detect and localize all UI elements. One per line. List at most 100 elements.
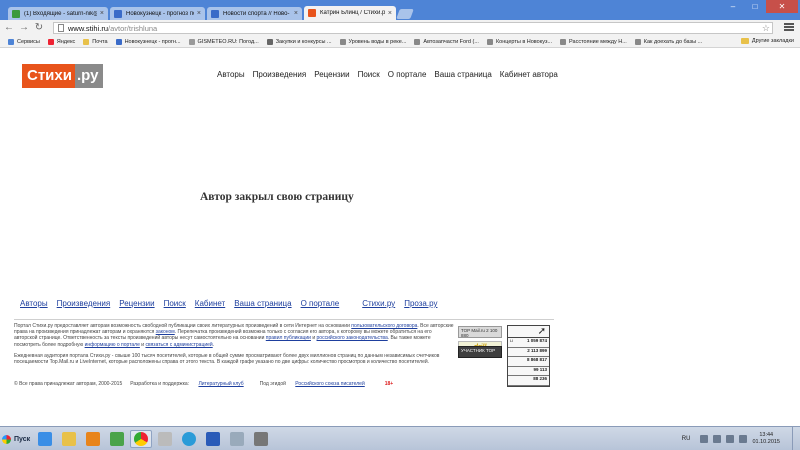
start-button[interactable]: Пуск <box>2 430 32 448</box>
nav-works[interactable]: Произведения <box>253 70 307 79</box>
footer-about[interactable]: О портале <box>301 299 340 308</box>
nav-author-cabinet[interactable]: Кабинет автора <box>500 70 558 79</box>
bookmark-ford[interactable]: Автозапчасти Ford (... <box>414 38 479 45</box>
liveinternet-counter[interactable]: ➚ LI 1 059 874 2 113 899 8 868 817 99 113… <box>507 325 550 387</box>
taskbar-gimp[interactable] <box>250 430 272 448</box>
other-bookmarks-label: Другие закладки <box>751 38 794 44</box>
taskbar-app[interactable] <box>154 430 176 448</box>
footer-cabinet[interactable]: Кабинет <box>195 299 225 308</box>
flag-icon[interactable] <box>739 435 748 443</box>
close-icon[interactable]: × <box>197 10 201 17</box>
footer-your-page[interactable]: Ваша страница <box>234 299 291 308</box>
bookmark-services[interactable]: Сервисы <box>8 38 40 45</box>
menu-icon[interactable] <box>784 22 794 32</box>
bookmark-star-icon[interactable]: ☆ <box>762 23 770 34</box>
weather-icon <box>115 38 122 45</box>
show-desktop-button[interactable] <box>792 427 800 450</box>
nav-your-page[interactable]: Ваша страница <box>434 70 491 79</box>
close-icon[interactable]: × <box>294 10 298 17</box>
bookmark-route[interactable]: Как доехать до базы ... <box>634 38 703 45</box>
clock-time: 13:44 <box>759 432 774 438</box>
union-label: Под эгидой Российского союза писателей <box>260 381 373 387</box>
bookmark-mail[interactable]: Почта <box>83 38 108 45</box>
nav-authors[interactable]: Авторы <box>217 70 245 79</box>
bookmark-distance[interactable]: Расстояние между Н... <box>560 38 627 45</box>
footer-proza[interactable]: Проза.ру <box>404 299 437 308</box>
taskbar-chrome[interactable] <box>130 430 152 448</box>
top-nav: Авторы Произведения Рецензии Поиск О пор… <box>217 70 566 79</box>
bookmark-gismeteo[interactable]: GISMETEO.RU: Погод... <box>188 38 259 45</box>
bookmark-label: Автозапчасти Ford (... <box>423 38 479 45</box>
copyright-text: © Все права принадлежат авторам, 2000-20… <box>14 381 123 387</box>
bookmark-zakupki[interactable]: Закупки и конкурсы ... <box>266 38 332 45</box>
counter-value: 1 059 874 <box>526 338 547 343</box>
minimize-icon[interactable]: – <box>722 0 744 13</box>
writers-union-link[interactable]: Российского союза писателей <box>295 381 364 387</box>
gmail-icon <box>12 9 20 18</box>
footer-works[interactable]: Произведения <box>57 299 111 308</box>
nav-about[interactable]: О портале <box>388 70 427 79</box>
clock[interactable]: 13:44 01.10.2015 <box>752 432 780 446</box>
windows-logo-icon <box>2 434 11 444</box>
bookmark-yandex[interactable]: Яндекс <box>47 38 75 45</box>
tab-sport[interactable]: Новости спорта // Ново-ТВ × <box>207 7 302 20</box>
taskbar-word[interactable] <box>202 430 224 448</box>
volume-icon[interactable] <box>726 435 735 443</box>
word-icon <box>206 432 220 446</box>
bookmark-label: Сервисы <box>17 38 40 45</box>
union-label-text: Под эгидой <box>259 381 286 387</box>
bookmark-concerts[interactable]: Концерты в Новокуз... <box>486 38 552 45</box>
bookmark-label: Закупки и конкурсы ... <box>275 38 332 45</box>
top-member-badge[interactable]: УЧАСТНИК TOP <box>458 346 502 358</box>
mail-icon <box>83 38 90 45</box>
reload-icon[interactable]: ↻ <box>33 22 45 34</box>
tray-arrow-icon[interactable] <box>700 435 709 443</box>
dev-label-text: Разработка и поддержка: <box>130 381 190 387</box>
window-close-icon[interactable]: ✕ <box>766 0 798 13</box>
site-logo[interactable]: Стихи .ру <box>22 64 104 88</box>
lit-club-link[interactable]: Литературный клуб <box>198 381 243 387</box>
taskbar-explorer[interactable] <box>58 430 80 448</box>
counter-row: 8 868 817 <box>508 357 549 367</box>
top-mail-counter[interactable]: TOP Mail.ru 2 100 880 <box>458 326 502 338</box>
bookmark-weather[interactable]: Новокузнецк - прогн... <box>115 38 181 45</box>
tab-weather[interactable]: Новокузнецк - прогноз по × <box>110 7 205 20</box>
taskbar-ie[interactable] <box>34 430 56 448</box>
new-tab-button[interactable] <box>396 9 414 19</box>
footer-reviews[interactable]: Рецензии <box>119 299 154 308</box>
taskbar-skype[interactable] <box>178 430 200 448</box>
footer-search[interactable]: Поиск <box>164 299 186 308</box>
footer-stihi[interactable]: Стихи.ру <box>362 299 395 308</box>
bookmark-label: Как доехать до базы ... <box>643 38 703 45</box>
language-indicator[interactable]: RU <box>682 436 691 442</box>
counter-value: 88 236 <box>533 376 547 381</box>
legal-paragraph: Портал Стихи.ру предоставляет авторам во… <box>14 323 454 348</box>
address-bar[interactable]: www.stihi.ru /avtor/trishluna <box>53 22 773 34</box>
rules-link[interactable]: правил публикации <box>266 335 311 341</box>
bookmarks-bar: Сервисы Яндекс Почта Новокузнецк - прогн… <box>0 36 800 48</box>
legal-text: . <box>212 341 215 348</box>
close-icon[interactable]: × <box>100 10 104 17</box>
nav-search[interactable]: Поиск <box>358 70 380 79</box>
tab-stihi[interactable]: Катрин Блинц / Стихи.ру × <box>304 6 396 20</box>
footer-authors[interactable]: Авторы <box>20 299 48 308</box>
portal-info-link[interactable]: информацию о портале <box>85 342 140 348</box>
taskbar-paint[interactable] <box>226 430 248 448</box>
skype-icon <box>182 432 196 446</box>
legislation-link[interactable]: российского законодательства <box>317 335 388 341</box>
maximize-icon[interactable]: □ <box>744 0 766 13</box>
bookmark-water[interactable]: Уровень воды в реке... <box>339 38 406 45</box>
counter-label: LI <box>510 338 514 343</box>
back-icon[interactable]: ← <box>3 22 15 34</box>
folder-icon <box>62 432 76 446</box>
forward-icon[interactable]: → <box>18 22 30 34</box>
nav-reviews[interactable]: Рецензии <box>314 70 349 79</box>
contact-admin-link[interactable]: связаться с администрацией <box>145 342 212 348</box>
taskbar-app-green[interactable] <box>106 430 128 448</box>
tab-gmail[interactable]: (1) Входящие - saturn-nik@ × <box>8 7 108 20</box>
taskbar-media[interactable] <box>82 430 104 448</box>
other-bookmarks[interactable]: Другие закладки <box>740 38 794 44</box>
close-icon[interactable]: × <box>388 10 392 17</box>
gimp-icon <box>254 432 268 446</box>
network-icon[interactable] <box>713 435 722 443</box>
